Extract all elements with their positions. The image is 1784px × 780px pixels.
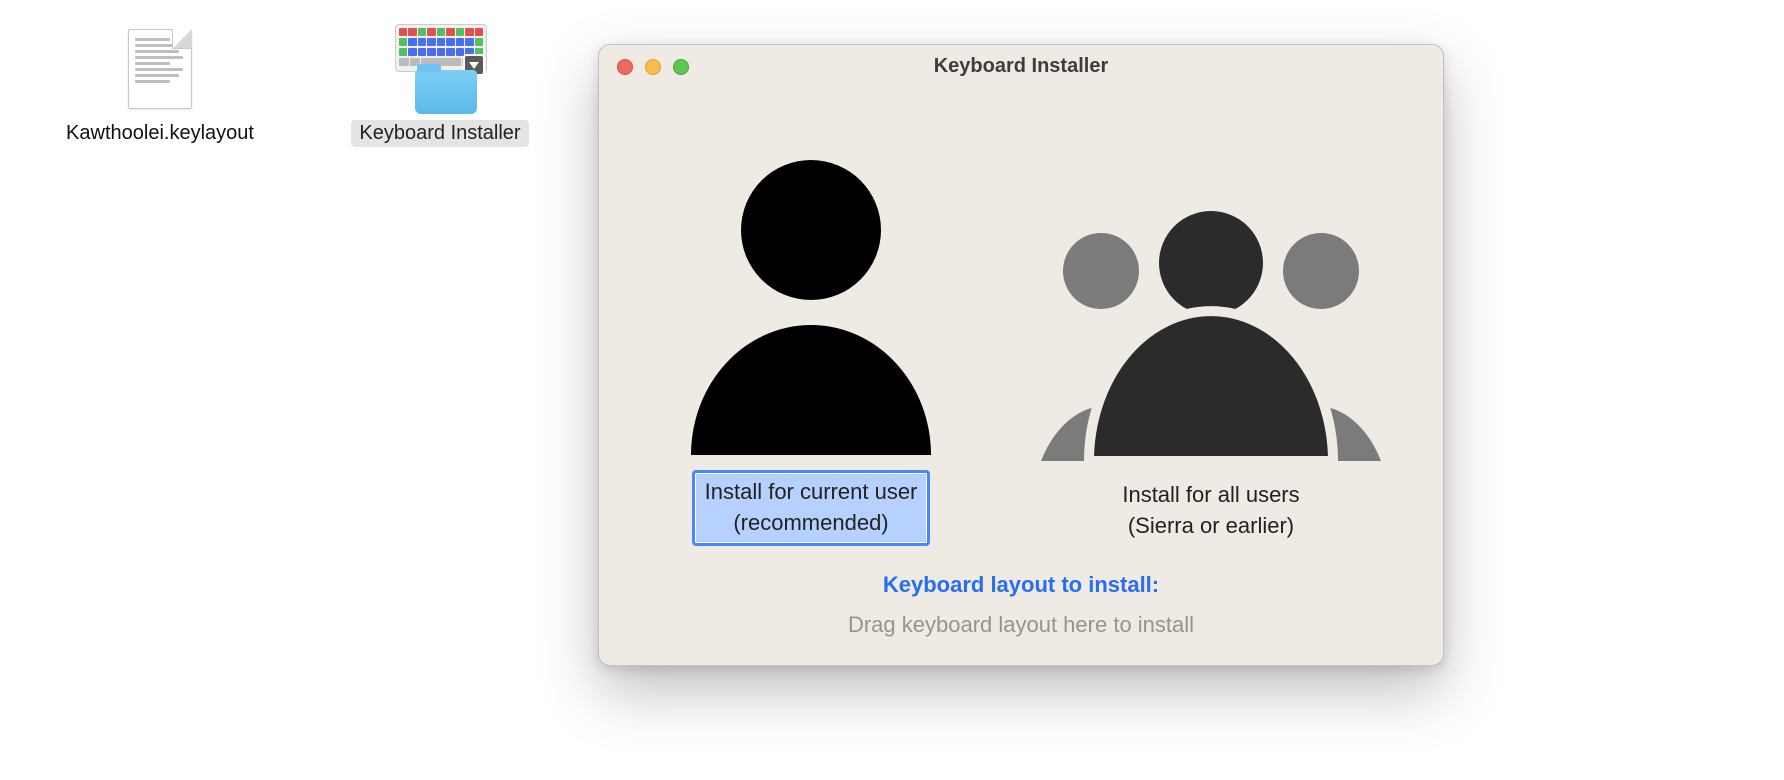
close-icon[interactable]	[617, 59, 633, 75]
choice-label-line2: (Sierra or earlier)	[1128, 513, 1294, 538]
zoom-icon[interactable]	[673, 59, 689, 75]
choice-label: Install for current user (recommended)	[692, 470, 931, 546]
window-title: Keyboard Installer	[599, 55, 1443, 78]
titlebar[interactable]: Keyboard Installer	[599, 45, 1443, 89]
desktop-item-keylayout-file[interactable]: Kawthoolei.keylayout	[50, 24, 270, 147]
choice-label-line1: Install for all users	[1122, 482, 1299, 507]
installer-app-icon	[395, 24, 485, 114]
install-current-user-button[interactable]: Install for current user (recommended)	[661, 145, 961, 546]
install-choices: Install for current user (recommended)	[627, 145, 1415, 546]
group-users-icon	[1041, 201, 1381, 466]
desktop-item-installer-app[interactable]: Keyboard Installer	[330, 24, 550, 147]
installer-window: Keyboard Installer Install for current u…	[598, 44, 1444, 666]
choice-label-line1: Install for current user	[705, 479, 918, 504]
install-all-users-button[interactable]: Install for all users (Sierra or earlier…	[1041, 201, 1381, 546]
desktop-item-label: Kawthoolei.keylayout	[58, 120, 262, 147]
drop-zone-hint[interactable]: Drag keyboard layout here to install	[848, 612, 1194, 638]
minimize-icon[interactable]	[645, 59, 661, 75]
choice-label-line2: (recommended)	[733, 510, 888, 535]
desktop-area: Kawthoolei.keylayout Keyboard Installer	[0, 0, 600, 171]
section-heading: Keyboard layout to install:	[883, 572, 1159, 598]
textfile-icon	[115, 24, 205, 114]
window-body: Install for current user (recommended)	[599, 89, 1443, 665]
choice-label: Install for all users (Sierra or earlier…	[1112, 476, 1309, 546]
folder-icon	[415, 70, 477, 114]
single-user-icon	[661, 145, 961, 460]
traffic-lights	[599, 59, 689, 75]
desktop-item-label: Keyboard Installer	[351, 120, 528, 147]
